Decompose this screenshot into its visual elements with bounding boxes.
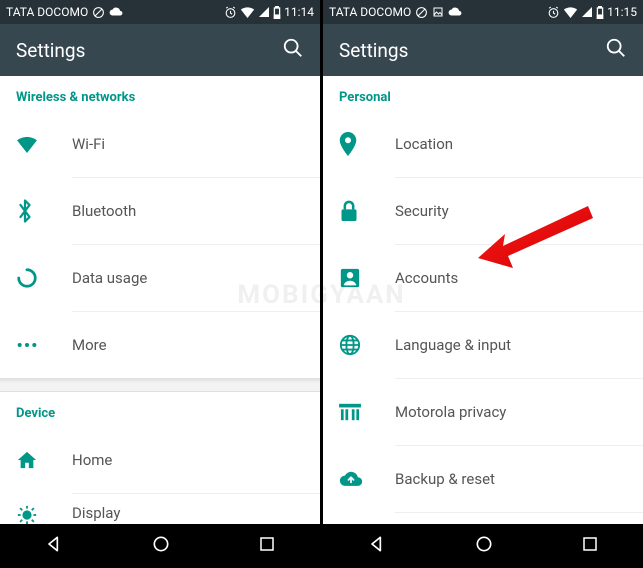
- location-icon: [339, 132, 395, 156]
- list-item-label: Data usage: [72, 269, 147, 287]
- settings-item-display[interactable]: Display: [0, 494, 320, 524]
- list-item-label: Bluetooth: [72, 202, 136, 220]
- settings-item-data-usage[interactable]: Data usage: [0, 245, 320, 311]
- section-device: Device: [0, 392, 320, 427]
- backup-icon: [339, 470, 395, 488]
- data-usage-icon: [16, 267, 72, 289]
- list-item-label: Backup & reset: [395, 470, 495, 488]
- no-sim-icon: [415, 6, 428, 19]
- search-icon: [605, 37, 627, 59]
- recent-icon: [258, 535, 276, 553]
- list-item-label: Location: [395, 135, 453, 153]
- settings-content: Wireless & networks Wi-Fi Bluetooth Data…: [0, 76, 320, 524]
- more-icon: [16, 341, 72, 349]
- home-nav-icon: [151, 534, 171, 554]
- language-icon: [339, 334, 395, 356]
- section-divider: [0, 378, 320, 392]
- search-button[interactable]: [282, 37, 304, 63]
- search-button[interactable]: [605, 37, 627, 63]
- phone-right: TATA DOCOMO 11:15 Settings Personal Loca…: [323, 0, 643, 568]
- nav-home-button[interactable]: [454, 528, 514, 564]
- status-bar: TATA DOCOMO 11:15: [323, 0, 643, 24]
- accounts-icon: [339, 267, 395, 289]
- list-item-label: Home: [72, 451, 112, 469]
- settings-item-bluetooth[interactable]: Bluetooth: [0, 178, 320, 244]
- signal-icon: [581, 6, 593, 18]
- battery-icon: [273, 6, 281, 19]
- search-icon: [282, 37, 304, 59]
- back-icon: [44, 534, 64, 554]
- nav-recent-button[interactable]: [238, 529, 296, 563]
- clock-label: 11:14: [284, 5, 314, 19]
- cloud-icon: [109, 7, 123, 17]
- back-icon: [367, 534, 387, 554]
- home-icon: [16, 450, 72, 470]
- section-personal: Personal: [323, 76, 643, 111]
- list-item-label: Display: [72, 504, 120, 522]
- settings-item-language[interactable]: Language & input: [323, 312, 643, 378]
- clock-label: 11:15: [607, 5, 637, 19]
- cloud-icon: [448, 7, 462, 17]
- nav-home-button[interactable]: [131, 528, 191, 564]
- nav-recent-button[interactable]: [561, 529, 619, 563]
- list-item-label: Motorola privacy: [395, 403, 506, 421]
- settings-item-motorola-privacy[interactable]: Motorola privacy: [323, 379, 643, 445]
- settings-item-backup-reset[interactable]: Backup & reset: [323, 446, 643, 512]
- list-item-label: Language & input: [395, 336, 511, 354]
- phone-left: TATA DOCOMO 11:14 Settings Wireless & ne…: [0, 0, 320, 568]
- settings-item-accounts[interactable]: Accounts: [323, 245, 643, 311]
- display-icon: [16, 504, 72, 524]
- settings-item-home[interactable]: Home: [0, 427, 320, 493]
- nav-bar: [323, 524, 643, 568]
- battery-icon: [596, 6, 604, 19]
- settings-item-location[interactable]: Location: [323, 111, 643, 177]
- list-item-label: Accounts: [395, 269, 458, 287]
- nav-back-button[interactable]: [347, 528, 407, 564]
- section-wireless: Wireless & networks: [0, 76, 320, 111]
- nav-back-button[interactable]: [24, 528, 84, 564]
- alarm-icon: [224, 6, 237, 19]
- screenshot-icon: [432, 6, 444, 18]
- settings-content: Personal Location Security Accounts: [323, 76, 643, 524]
- page-title: Settings: [16, 39, 85, 62]
- settings-item-more[interactable]: More: [0, 312, 320, 378]
- carrier-label: TATA DOCOMO: [329, 5, 411, 19]
- carrier-label: TATA DOCOMO: [6, 5, 88, 19]
- list-item-label: More: [72, 336, 107, 354]
- settings-item-wifi[interactable]: Wi-Fi: [0, 111, 320, 177]
- page-title: Settings: [339, 39, 408, 62]
- home-nav-icon: [474, 534, 494, 554]
- no-sim-icon: [92, 6, 105, 19]
- list-item-label: Security: [395, 202, 449, 220]
- privacy-icon: [339, 402, 395, 422]
- recent-icon: [581, 535, 599, 553]
- settings-item-security[interactable]: Security: [323, 178, 643, 244]
- lock-icon: [339, 199, 395, 223]
- app-bar: Settings: [323, 24, 643, 76]
- signal-icon: [258, 6, 270, 18]
- alarm-icon: [547, 6, 560, 19]
- wifi-icon: [16, 135, 72, 153]
- wifi-status-icon: [240, 6, 255, 18]
- status-bar: TATA DOCOMO 11:14: [0, 0, 320, 24]
- wifi-status-icon: [563, 6, 578, 18]
- nav-bar: [0, 524, 320, 568]
- bluetooth-icon: [16, 199, 72, 223]
- list-item-label: Wi-Fi: [72, 135, 105, 153]
- app-bar: Settings: [0, 24, 320, 76]
